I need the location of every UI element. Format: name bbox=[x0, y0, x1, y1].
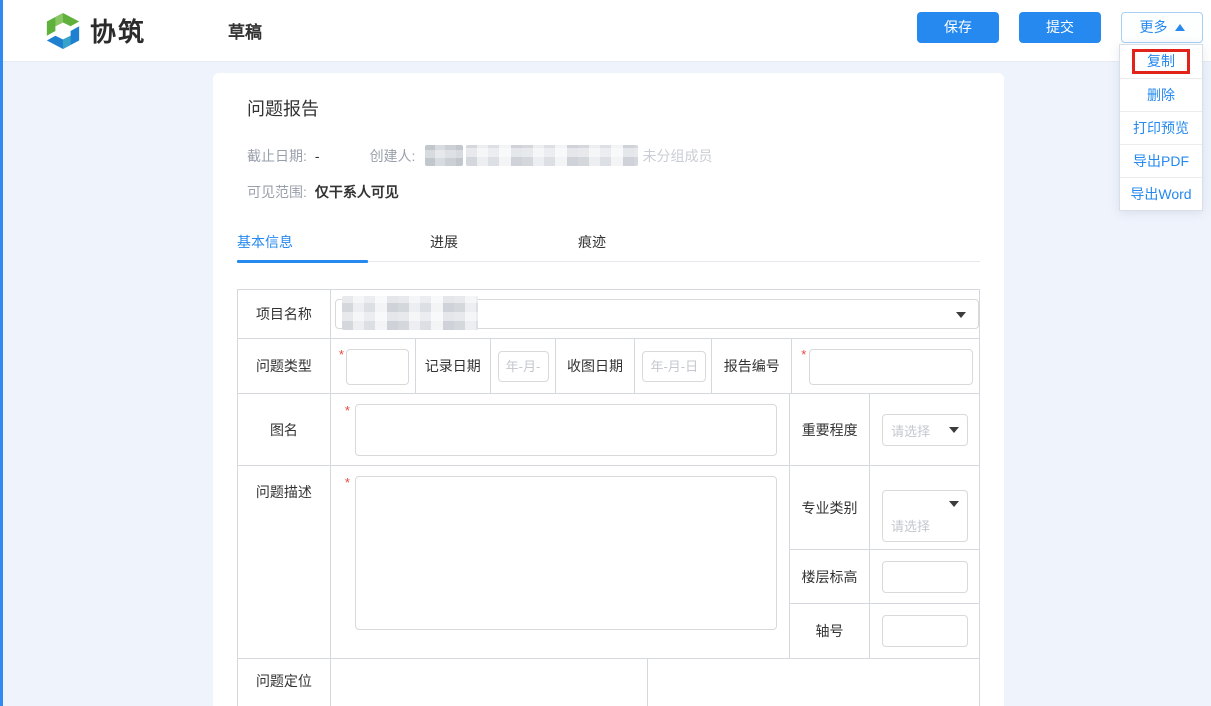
record-date-input[interactable] bbox=[498, 351, 549, 382]
description-label: 问题描述 bbox=[238, 466, 331, 659]
problem-type-label: 问题类型 bbox=[238, 339, 331, 394]
submit-button[interactable]: 提交 bbox=[1019, 12, 1101, 43]
more-dropdown-menu: 复制 删除 打印预览 导出PDF 导出Word bbox=[1119, 44, 1203, 211]
right-fields-stack: 专业类别 请选择 楼层标高 轴号 bbox=[790, 466, 980, 659]
chevron-down-icon bbox=[949, 501, 959, 507]
location-cell-right[interactable] bbox=[648, 659, 980, 706]
visibility-value: 仅干系人可见 bbox=[315, 182, 399, 202]
project-name-select[interactable] bbox=[335, 299, 979, 329]
creator-label: 创建人: bbox=[370, 146, 416, 166]
tab-trace[interactable]: 痕迹 bbox=[578, 232, 606, 252]
chevron-down-icon bbox=[956, 312, 966, 318]
more-button-label: 更多 bbox=[1140, 13, 1168, 42]
axis-input[interactable] bbox=[882, 615, 968, 647]
category-placeholder: 请选择 bbox=[891, 516, 930, 535]
xiezhu-logo-icon bbox=[44, 12, 82, 50]
description-textarea[interactable] bbox=[355, 476, 777, 630]
save-button[interactable]: 保存 bbox=[917, 12, 999, 43]
creator-org-redacted bbox=[466, 145, 638, 166]
report-no-label: 报告编号 bbox=[712, 339, 792, 394]
chevron-up-icon bbox=[1175, 24, 1185, 31]
report-form-table: 项目名称 问题类型 * 记录日期 收图日期 报告编号 bbox=[237, 289, 980, 706]
creator-group-tag: 未分组成员 bbox=[642, 146, 712, 166]
row-type-dates: 问题类型 * 记录日期 收图日期 报告编号 * bbox=[238, 339, 980, 394]
description-cell: * bbox=[331, 466, 790, 659]
record-date-label: 记录日期 bbox=[416, 339, 491, 394]
drawing-name-textarea[interactable] bbox=[355, 404, 777, 456]
project-name-cell bbox=[331, 290, 980, 339]
project-name-label: 项目名称 bbox=[238, 290, 331, 339]
record-date-cell bbox=[491, 339, 556, 394]
report-card: 问题报告 截止日期: - 创建人: 未分组成员 可见范围: 仅干系人可见 基本信… bbox=[213, 73, 1004, 706]
axis-label: 轴号 bbox=[790, 604, 870, 659]
receive-date-cell bbox=[635, 339, 712, 394]
required-asterisk: * bbox=[345, 475, 350, 490]
row-project-name: 项目名称 bbox=[238, 290, 980, 339]
category-cell: 请选择 bbox=[870, 466, 980, 550]
report-meta-row-2: 可见范围: 仅干系人可见 bbox=[247, 182, 980, 202]
deadline-value: - bbox=[315, 148, 320, 164]
floor-input[interactable] bbox=[882, 561, 968, 593]
app-header: 协筑 草稿 保存 提交 更多 bbox=[0, 0, 1211, 62]
report-no-input[interactable] bbox=[809, 349, 973, 385]
menu-item-export-word[interactable]: 导出Word bbox=[1120, 177, 1202, 210]
visibility-label: 可见范围: bbox=[247, 182, 307, 202]
required-asterisk: * bbox=[801, 347, 806, 362]
page-title: 草稿 bbox=[228, 18, 262, 43]
copy-highlight-box: 复制 bbox=[1132, 49, 1190, 74]
menu-item-export-pdf[interactable]: 导出PDF bbox=[1120, 144, 1202, 177]
drawing-name-cell: * bbox=[331, 394, 790, 466]
menu-item-copy[interactable]: 复制 bbox=[1120, 45, 1202, 78]
left-edge-accent bbox=[0, 0, 3, 706]
importance-label: 重要程度 bbox=[790, 394, 870, 466]
app-logo[interactable]: 协筑 bbox=[44, 12, 146, 50]
header-actions: 保存 提交 更多 bbox=[897, 12, 1203, 43]
importance-placeholder: 请选择 bbox=[891, 421, 930, 440]
creator-name-redacted bbox=[425, 145, 463, 166]
location-cell-left[interactable] bbox=[331, 659, 649, 706]
menu-item-delete[interactable]: 删除 bbox=[1120, 78, 1202, 111]
floor-cell bbox=[870, 550, 980, 604]
menu-item-print-preview[interactable]: 打印预览 bbox=[1120, 111, 1202, 144]
row-location: 问题定位 bbox=[238, 659, 980, 706]
category-label: 专业类别 bbox=[790, 466, 870, 550]
chevron-down-icon bbox=[949, 427, 959, 433]
receive-date-label: 收图日期 bbox=[556, 339, 636, 394]
problem-type-cell: * bbox=[331, 339, 416, 394]
report-meta-row-1: 截止日期: - 创建人: 未分组成员 bbox=[247, 145, 980, 166]
report-no-cell: * bbox=[792, 339, 980, 394]
report-title: 问题报告 bbox=[247, 95, 980, 121]
importance-select[interactable]: 请选择 bbox=[882, 414, 968, 446]
more-button[interactable]: 更多 bbox=[1121, 12, 1203, 43]
floor-label: 楼层标高 bbox=[790, 550, 870, 604]
project-name-redacted bbox=[342, 296, 478, 330]
tab-progress[interactable]: 进展 bbox=[430, 232, 458, 252]
required-asterisk: * bbox=[339, 347, 344, 362]
active-tab-underline bbox=[237, 260, 368, 263]
importance-cell: 请选择 bbox=[870, 394, 980, 466]
problem-type-input[interactable] bbox=[346, 349, 409, 385]
drawing-name-label: 图名 bbox=[238, 394, 331, 466]
logo-text: 协筑 bbox=[90, 12, 146, 49]
report-tabs: 基本信息 进展 痕迹 bbox=[237, 226, 980, 262]
row-description: 问题描述 * 专业类别 请选择 楼层标高 bbox=[238, 466, 980, 659]
receive-date-input[interactable] bbox=[642, 351, 706, 382]
axis-cell bbox=[870, 604, 980, 659]
location-label: 问题定位 bbox=[238, 659, 331, 706]
row-drawing-importance: 图名 * 重要程度 请选择 bbox=[238, 394, 980, 466]
required-asterisk: * bbox=[345, 403, 350, 418]
category-select[interactable]: 请选择 bbox=[882, 490, 968, 542]
deadline-label: 截止日期: bbox=[247, 146, 307, 166]
tab-basic-info[interactable]: 基本信息 bbox=[237, 232, 293, 252]
